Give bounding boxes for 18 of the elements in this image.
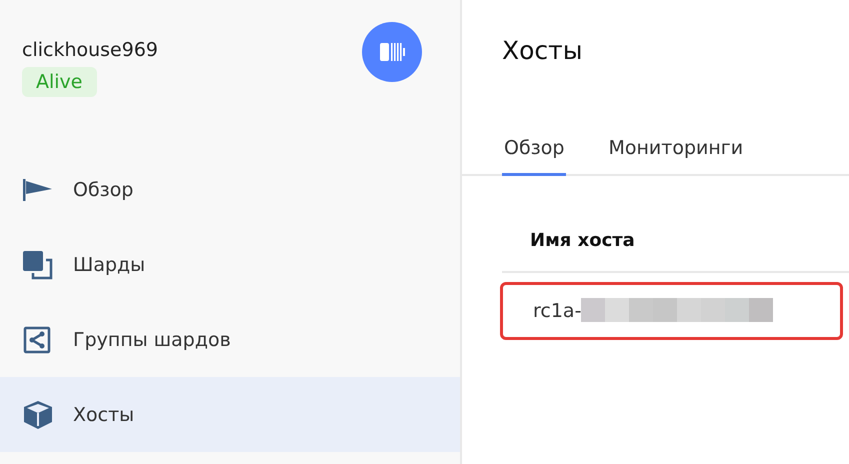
- status-badge: Alive: [22, 67, 96, 97]
- cube-icon: [22, 400, 54, 430]
- tab[interactable]: Мониторинги: [606, 125, 746, 176]
- flag-icon: [22, 178, 54, 202]
- nav-item[interactable]: Хосты: [0, 377, 460, 452]
- host-name: rc1a-: [533, 300, 582, 322]
- nav-item[interactable]: Шарды: [0, 227, 460, 302]
- nav-item[interactable]: Обзор: [0, 152, 460, 227]
- cluster-name: clickhouse969: [22, 39, 158, 61]
- page-title: Хосты: [501, 35, 584, 67]
- nav-label: Хосты: [73, 404, 134, 426]
- tab[interactable]: Обзор: [502, 125, 566, 176]
- nav-label: Обзор: [73, 178, 134, 200]
- nav-label: Шарды: [73, 254, 146, 276]
- nav-label: Группы шардов: [73, 328, 231, 350]
- column-header: Имя хоста: [502, 230, 849, 273]
- stacked-squares-icon: [22, 250, 54, 280]
- nav-item[interactable]: Группы шардов: [0, 302, 460, 377]
